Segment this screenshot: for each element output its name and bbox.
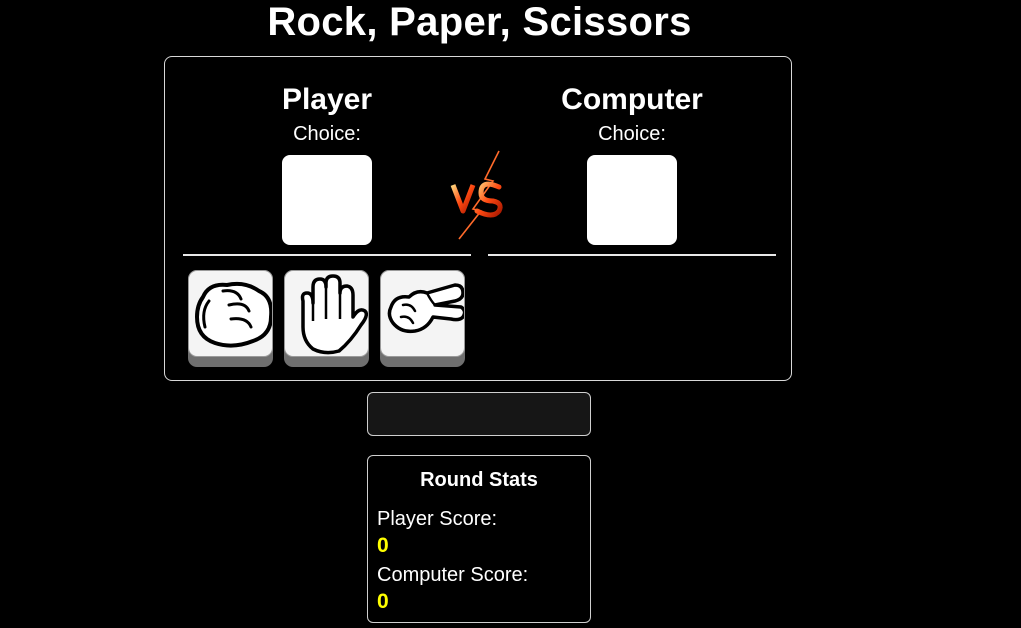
player-score-value: 0 [377, 534, 389, 557]
stats-title: Round Stats [420, 469, 538, 491]
player-score-label: Player Score: [377, 508, 498, 530]
player-choice-box [282, 155, 372, 245]
peace-hand-icon [387, 283, 464, 334]
fist-icon [195, 281, 272, 348]
computer-score-label: Computer Score: [377, 564, 529, 586]
rock-button[interactable] [188, 270, 273, 367]
round-stats-panel: Round Stats Player Score: 0 Computer Sco… [367, 455, 591, 623]
result-message [367, 392, 591, 436]
player-choice-label: Choice: [293, 123, 361, 145]
computer-score-value: 0 [377, 590, 389, 613]
open-hand-icon [300, 274, 368, 355]
computer-choice-box [587, 155, 677, 245]
game-board: Player Choice: Computer Choice: [164, 56, 792, 381]
computer-heading: Computer [561, 83, 703, 116]
scissors-button[interactable] [380, 270, 465, 367]
paper-button[interactable] [284, 270, 369, 367]
page-title: Rock, Paper, Scissors [267, 0, 692, 44]
vs-lightning-icon [450, 150, 503, 240]
player-divider [183, 254, 471, 256]
player-heading: Player [281, 83, 373, 116]
computer-choice-label: Choice: [598, 123, 666, 145]
computer-divider [488, 254, 776, 256]
